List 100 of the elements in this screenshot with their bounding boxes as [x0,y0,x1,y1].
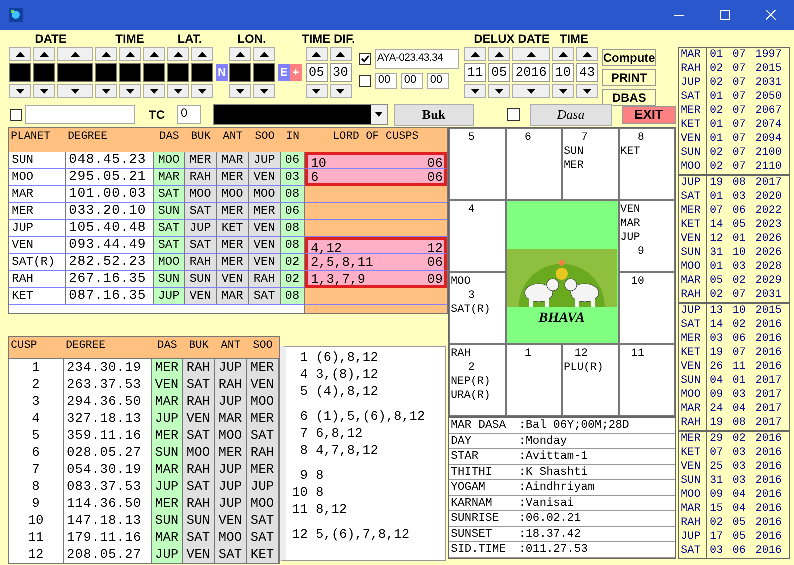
dasa-date: 14 05 2023 [709,218,784,232]
up-arrow-icon [582,52,592,56]
spin-up-button[interactable] [143,47,165,61]
planet-label: NEP(R) [451,375,492,389]
spin-down-button[interactable] [512,84,550,98]
action-button[interactable]: Dasa [530,104,612,126]
spin-up-button[interactable] [464,47,486,61]
table-cell: RAH [185,169,217,186]
table-cell: SAT [247,529,279,546]
spin-field[interactable]: 30 [330,63,352,82]
masked-field[interactable] [191,63,213,82]
action-button[interactable]: Compute [602,49,656,66]
spin-down-button[interactable] [253,84,275,98]
masked-field[interactable] [119,63,141,82]
masked-field[interactable] [143,63,165,82]
spin-up-button[interactable] [57,47,93,61]
cusp-number: 9 [299,467,308,484]
masked-field[interactable] [167,63,189,82]
column-header: PLANET [10,130,52,145]
text-field[interactable]: 0 [177,105,201,124]
dasa-planet: SAT [679,544,707,558]
checkbox[interactable] [359,75,372,87]
spin-down-button[interactable] [464,84,486,98]
spin-down-button[interactable] [33,84,55,98]
text-field[interactable] [25,105,135,124]
table-cell: 101.00.03 [66,186,154,203]
table-cell: JUP [152,546,183,563]
spin-down-button[interactable] [143,84,165,98]
up-arrow-icon [126,52,134,56]
up-arrow-icon [16,52,24,56]
spin-down-button[interactable] [306,84,328,98]
spin-up-button[interactable] [253,47,275,61]
action-button[interactable]: DBAS [602,89,656,106]
table-cell: MER [152,495,183,512]
spin-up-button[interactable] [229,47,251,61]
up-arrow-icon [102,52,110,56]
dasa-date: 17 05 2016 [709,530,784,544]
spin-field[interactable]: 10 [552,63,574,82]
checkbox[interactable] [359,53,372,65]
spin-up-button[interactable] [33,47,55,61]
cusp-lords: (1),5,(6),8,12 [316,408,426,425]
spin-down-button[interactable] [191,84,213,98]
spin-up-button[interactable] [576,47,598,61]
spin-field[interactable]: 05 [488,63,510,82]
table-cell: MAR [215,410,247,427]
planet-label: MAR [620,217,642,231]
action-button[interactable]: PRINT [602,69,656,86]
spin-down-button[interactable] [488,84,510,98]
action-button[interactable]: Buk [394,104,474,126]
lord-cell: 4,12 [305,237,425,254]
spin-up-button[interactable] [512,47,550,61]
masked-field[interactable] [253,63,275,82]
spin-field[interactable]: 2016 [512,63,550,82]
checkbox[interactable] [507,108,520,121]
spin-down-button[interactable] [57,84,93,98]
offset-field[interactable]: 00 [427,73,450,89]
table-cell: SAT [154,220,185,237]
spin-up-button[interactable] [167,47,189,61]
masked-field[interactable] [33,63,55,82]
spin-field[interactable]: 05 [306,63,328,82]
checkbox[interactable] [10,108,22,120]
spin-down-button[interactable] [576,84,598,98]
table-cell: 03 [281,169,305,186]
dasa-planet: MAR [679,48,707,62]
down-arrow-icon [174,88,182,94]
exit-button[interactable]: EXIT [622,106,676,124]
masked-field[interactable] [95,63,117,82]
spin-up-button[interactable] [95,47,117,61]
spin-up-button[interactable] [330,47,352,61]
masked-field[interactable] [9,63,31,82]
dasa-date: 02 07 2067 [709,104,784,118]
ayanamsa-field[interactable]: AYA-023.43.34 [375,49,460,69]
app-icon[interactable] [8,7,24,23]
table-cell: SAT [215,546,247,563]
spin-up-button[interactable] [552,47,574,61]
offset-field[interactable]: 00 [401,73,424,89]
spin-field[interactable]: 11 [464,63,486,82]
spin-down-button[interactable] [119,84,141,98]
spin-down-button[interactable] [552,84,574,98]
dasa-planet: MER [679,332,707,346]
spin-up-button[interactable] [119,47,141,61]
spin-field[interactable]: 43 [576,63,598,82]
info-value: :Vanisai [519,496,574,510]
spin-down-button[interactable] [330,84,352,98]
spin-up-button[interactable] [306,47,328,61]
table-cell: VEN [152,376,183,393]
group-label: DELUX DATE _TIME [474,32,589,47]
spin-down-button[interactable] [95,84,117,98]
masked-field[interactable] [57,63,93,82]
dasa-planet: SAT [679,190,707,204]
spin-down-button[interactable] [9,84,31,98]
spin-up-button[interactable] [488,47,510,61]
spin-up-button[interactable] [191,47,213,61]
offset-field[interactable]: 00 [375,73,398,89]
masked-field[interactable] [229,63,251,82]
spin-up-button[interactable] [9,47,31,61]
dasa-date: 31 03 2016 [709,474,784,488]
masked-dropdown[interactable] [213,104,388,125]
spin-down-button[interactable] [229,84,251,98]
spin-down-button[interactable] [167,84,189,98]
